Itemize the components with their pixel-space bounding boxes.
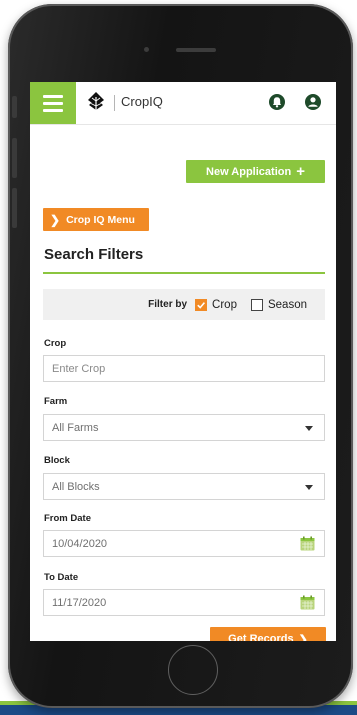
crop-iq-menu-button[interactable]: ❯ Crop IQ Menu [43, 208, 149, 231]
home-button[interactable] [168, 645, 218, 695]
app-header: CropIQ [30, 82, 336, 125]
to-date-field[interactable]: 11/17/2020 [43, 589, 325, 616]
filter-by-label: Filter by [148, 299, 188, 310]
menu-button[interactable] [30, 82, 76, 124]
to-date-value: 11/17/2020 [52, 596, 107, 609]
chevron-right-icon: ❯ [298, 633, 308, 642]
filter-by-bar: Filter by Crop Season [43, 289, 325, 320]
crop-field[interactable] [43, 355, 325, 382]
app-screen: CropIQ New Application + ❯ Crop IQ Menu … [30, 82, 336, 641]
from-date-value: 10/04/2020 [52, 537, 108, 550]
menu-icon-bar [43, 108, 63, 112]
dropdown-arrow-icon [305, 426, 313, 431]
crop-field-label: Crop [44, 338, 67, 349]
block-field-label: Block [44, 455, 70, 466]
block-select-value: All Blocks [52, 480, 100, 493]
season-checkbox-label[interactable]: Season [268, 299, 307, 311]
menu-icon-bar [43, 101, 63, 105]
farm-select[interactable]: All Farms [43, 414, 325, 441]
chevron-right-icon: ❯ [50, 212, 61, 227]
calendar-icon[interactable] [300, 595, 315, 610]
leaf-logo-icon [88, 92, 104, 114]
new-application-label: New Application [206, 165, 292, 178]
farm-select-value: All Farms [52, 421, 99, 434]
notification-icon[interactable] [268, 93, 286, 111]
checkmark-icon [197, 301, 206, 309]
new-application-button[interactable]: New Application + [186, 160, 325, 183]
to-date-label: To Date [44, 572, 79, 583]
get-records-label: Get Records [228, 633, 294, 641]
front-camera [144, 47, 149, 52]
from-date-label: From Date [44, 513, 91, 524]
volume-down-button [12, 188, 17, 228]
brand-name: CropIQ [121, 94, 163, 109]
menu-icon-bar [43, 94, 63, 98]
brand-divider [114, 95, 115, 111]
mute-switch [12, 96, 17, 118]
crop-checkbox[interactable] [195, 298, 208, 311]
season-checkbox[interactable] [250, 298, 263, 311]
volume-up-button [12, 138, 17, 178]
block-select[interactable]: All Blocks [43, 473, 325, 500]
from-date-field[interactable]: 10/04/2020 [43, 530, 325, 557]
title-underline [43, 272, 325, 274]
crop-checkbox-label[interactable]: Crop [212, 299, 237, 311]
crop-input[interactable] [52, 362, 272, 375]
get-records-button[interactable]: Get Records ❯ [210, 627, 326, 641]
farm-field-label: Farm [44, 396, 68, 407]
dropdown-arrow-icon [305, 485, 313, 490]
plus-icon: + [296, 163, 305, 180]
earpiece [176, 48, 216, 52]
calendar-icon[interactable] [300, 536, 315, 551]
crop-iq-menu-label: Crop IQ Menu [66, 213, 135, 226]
search-filters-title: Search Filters [44, 246, 144, 263]
user-icon[interactable] [304, 93, 322, 111]
